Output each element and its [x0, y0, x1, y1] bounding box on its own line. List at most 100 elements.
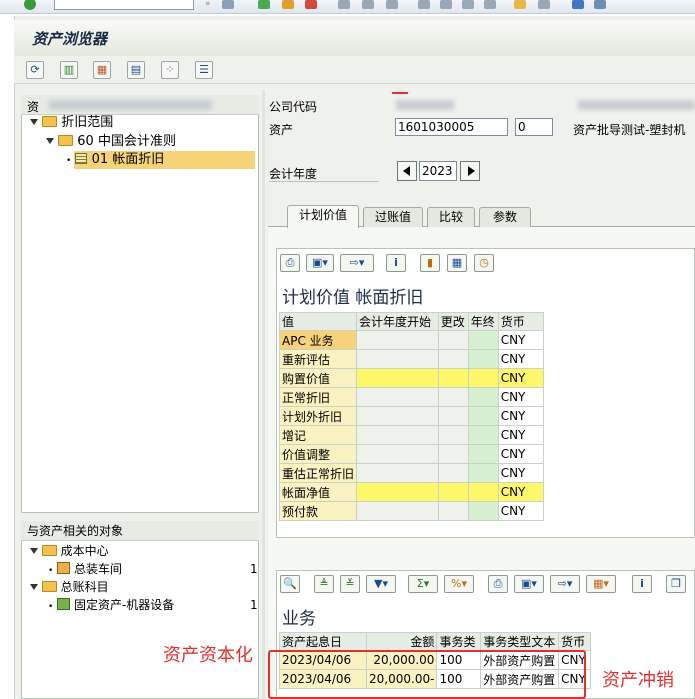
column-header[interactable]: 货币 — [497, 312, 545, 331]
table-row[interactable]: 重估正常折旧 CNY — [278, 463, 545, 483]
layout-icon[interactable]: ▮ — [420, 254, 440, 272]
asset-explorer-list-icon[interactable]: ☰ — [195, 61, 213, 79]
tree-node-chart[interactable]: 60 中国会计准则 — [46, 133, 176, 151]
subtotal-icon[interactable]: %▾ — [444, 575, 474, 593]
next-page-icon[interactable] — [462, 0, 474, 9]
save-icon[interactable] — [222, 0, 234, 9]
export-icon[interactable]: ▣▾ — [306, 254, 334, 272]
toolbar-separator: » — [205, 0, 211, 9]
last-page-icon[interactable] — [484, 0, 496, 9]
asset-history-icon[interactable]: ▦ — [93, 61, 111, 79]
table-row[interactable]: 增记 CNY — [278, 425, 545, 445]
layout-icon[interactable]: ▦▾ — [586, 575, 616, 593]
value-label[interactable]: 价值调整 — [278, 444, 358, 464]
table-row[interactable]: 重新评估 CNY — [278, 349, 545, 369]
value-label[interactable]: 重新评估 — [278, 349, 358, 369]
tree-node-book-depreciation[interactable]: • 01 帐面折旧 — [66, 151, 164, 169]
column-header[interactable]: 值 — [278, 312, 358, 331]
sort-descending-icon[interactable]: ≚ — [340, 575, 360, 593]
refresh-icon[interactable]: ⟳ — [26, 61, 44, 79]
table-row[interactable]: APC 业务 CNY — [278, 330, 545, 350]
column-header[interactable]: 事务类型文本 — [480, 632, 560, 651]
system-toolbar: » — [0, 0, 695, 14]
filter-icon[interactable]: ▼▾ — [366, 575, 396, 593]
details-icon[interactable]: 🔍 — [280, 575, 300, 593]
simulation-icon[interactable]: ⁘ — [161, 61, 179, 79]
column-header[interactable]: 更改 — [437, 312, 469, 331]
send-icon[interactable]: ⇨▾ — [340, 254, 374, 272]
column-header[interactable]: 事务类 — [436, 632, 482, 651]
value-label[interactable]: APC 业务 — [278, 330, 358, 350]
value-label[interactable]: 帐面净值 — [278, 482, 358, 502]
sort-ascending-icon[interactable]: ≜ — [314, 575, 334, 593]
info-icon[interactable]: i — [632, 575, 652, 593]
next-year-button[interactable] — [460, 161, 480, 181]
tree-node-gl-account[interactable]: 总账科目 — [30, 578, 109, 596]
column-header[interactable]: 会计年度开始 — [356, 312, 439, 331]
table-row[interactable]: 正常折旧 CNY — [278, 387, 545, 407]
table-row[interactable]: 价值调整 CNY — [278, 444, 545, 464]
find-next-icon[interactable] — [386, 0, 398, 9]
currency-cell: CNY — [497, 368, 545, 388]
help-icon[interactable] — [572, 0, 584, 9]
pane-splitter[interactable] — [262, 90, 265, 699]
tree-node-gl-account-item[interactable]: • 固定资产-机器设备 — [48, 596, 174, 614]
exit-icon[interactable] — [282, 0, 294, 9]
display-asset-icon[interactable]: ▥ — [60, 61, 78, 79]
currency-cell: CNY — [497, 425, 545, 445]
print-icon[interactable] — [338, 0, 350, 9]
expand-icon[interactable] — [30, 548, 38, 554]
sum-icon[interactable]: Σ▾ — [408, 575, 438, 593]
calendar-icon[interactable]: ◷ — [474, 254, 494, 272]
copy-icon[interactable]: ❐ — [666, 575, 686, 593]
table-row[interactable]: 购置价值 CNY — [278, 368, 545, 388]
column-header[interactable]: 货币 — [558, 632, 591, 651]
tab-planned-values[interactable]: 计划价值 — [287, 205, 359, 228]
new-session-icon[interactable] — [514, 0, 526, 9]
calculator-icon[interactable]: ▦ — [447, 254, 467, 272]
check-icon[interactable] — [24, 0, 36, 10]
info-icon[interactable]: i — [386, 254, 406, 272]
previous-page-icon[interactable] — [440, 0, 452, 9]
asset-subnumber-field[interactable]: 0 — [515, 118, 553, 136]
bullet-icon: • — [48, 566, 54, 576]
send-icon[interactable]: ⇨▾ — [550, 575, 580, 593]
value-label[interactable]: 计划外折旧 — [278, 406, 358, 426]
table-row[interactable]: 预付款 CNY — [278, 501, 545, 521]
fiscal-year-start-cell — [356, 425, 439, 445]
value-label[interactable]: 增记 — [278, 425, 358, 445]
tree-node-cost-center-item[interactable]: • 总装车间 — [48, 560, 122, 578]
tree-node-depreciation-area[interactable]: 折旧范围 — [30, 114, 113, 132]
tab-comparison[interactable]: 比较 — [427, 207, 475, 227]
window-title: 资产浏览器 — [32, 30, 108, 48]
expand-icon[interactable] — [46, 138, 54, 144]
cancel-icon[interactable] — [305, 0, 317, 9]
command-field[interactable] — [54, 0, 194, 10]
layout-icon[interactable] — [594, 0, 606, 9]
find-icon[interactable] — [362, 0, 374, 9]
column-header[interactable]: 金额 — [366, 632, 438, 651]
shortcut-icon[interactable] — [538, 0, 550, 9]
value-label[interactable]: 正常折旧 — [278, 387, 358, 407]
table-row[interactable]: 帐面净值 CNY — [278, 482, 545, 502]
value-label[interactable]: 预付款 — [278, 501, 358, 521]
expand-icon[interactable] — [30, 584, 38, 590]
asset-number-field[interactable]: 1601030005 — [395, 118, 508, 136]
value-label[interactable]: 购置价值 — [278, 368, 358, 388]
export-icon[interactable]: ▣▾ — [514, 575, 544, 593]
print-icon[interactable]: ⎙ — [280, 254, 300, 272]
column-header[interactable]: 资产起息日 — [278, 632, 368, 651]
previous-year-button[interactable] — [397, 161, 417, 181]
first-page-icon[interactable] — [418, 0, 430, 9]
tab-posted-values[interactable]: 过账值 — [363, 207, 423, 227]
tree-node-cost-center[interactable]: 成本中心 — [30, 542, 109, 560]
back-icon[interactable] — [258, 0, 270, 9]
value-label[interactable]: 重估正常折旧 — [278, 463, 358, 483]
fiscal-year-field[interactable]: 2023 — [419, 161, 457, 181]
asset-value-icon[interactable]: ▤ — [127, 61, 145, 79]
tab-parameters[interactable]: 参数 — [479, 207, 531, 227]
print-icon[interactable]: ⎙ — [488, 575, 508, 593]
column-header[interactable]: 年终 — [467, 312, 499, 331]
expand-icon[interactable] — [30, 119, 38, 125]
table-row[interactable]: 计划外折旧 CNY — [278, 406, 545, 426]
